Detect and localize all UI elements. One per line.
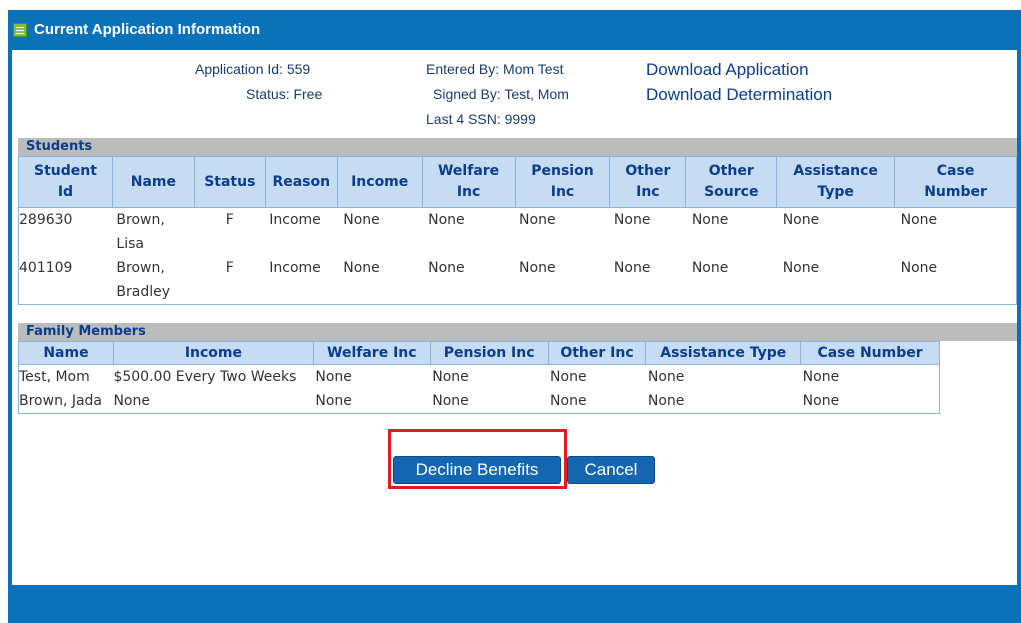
student-cell: Income — [269, 260, 321, 276]
header-text: Inc — [636, 184, 660, 200]
header-text: Income — [351, 173, 409, 190]
student-column-header: Reason — [264, 156, 338, 208]
student-cell: None — [782, 260, 820, 276]
student-column-header: Name — [111, 156, 195, 208]
cancel-button[interactable]: Cancel — [567, 456, 655, 484]
family-cell: None — [315, 393, 352, 409]
family-cell: None — [550, 393, 587, 409]
student-cell: None — [428, 260, 465, 276]
student-column-header: Student Id — [18, 156, 113, 208]
family-cell: Brown, Jada — [19, 393, 103, 409]
highlight-box — [388, 429, 567, 489]
header-text: Number — [924, 184, 987, 200]
header-text: Welfare — [437, 163, 500, 179]
form-icon — [13, 23, 27, 37]
student-column-header: Welfare Inc — [421, 156, 516, 208]
family-cell: None — [432, 369, 469, 385]
family-column-header: Assistance Type — [645, 341, 802, 365]
family-section-header: Family Members — [18, 323, 1017, 341]
header-text: Assistance — [793, 163, 878, 179]
family-column-header: Welfare Inc — [312, 341, 431, 365]
application-window: Current Application Information Applicat… — [8, 10, 1021, 623]
student-column-header: Other Source — [685, 156, 778, 208]
family-cell: None — [315, 369, 352, 385]
family-column-header: Name — [18, 341, 114, 365]
header-text: Other — [708, 163, 754, 179]
student-column-header: Income — [336, 156, 423, 208]
family-cell: None — [647, 369, 685, 385]
family-column-header: Income — [112, 341, 314, 365]
application-id: Application Id: 559 — [195, 61, 311, 77]
student-cell: Income — [269, 212, 321, 228]
last-4-ssn: Last 4 SSN: 9999 — [426, 111, 536, 127]
student-cell: 401109 — [19, 260, 73, 276]
student-cell: None — [691, 260, 729, 276]
header-text: Inc — [456, 184, 481, 200]
header-text: Status — [204, 173, 256, 190]
family-cell: None — [647, 393, 685, 409]
header-text: Source — [704, 184, 759, 200]
header-text: Inc — [550, 184, 575, 200]
family-cell: None — [550, 369, 587, 385]
student-cell: Brown, Bradley — [116, 260, 171, 300]
family-row: Brown, Jada None None None None None None — [19, 389, 940, 414]
student-column-header: Assistance Type — [776, 156, 896, 208]
application-status: Status: Free — [246, 86, 323, 102]
student-cell: None — [691, 212, 729, 228]
header-text: Reason — [272, 173, 331, 190]
student-row: 289630 Brown, Lisa F Income None None None None… — [19, 208, 1017, 257]
student-cell: 289630 — [19, 212, 73, 228]
header-text: Student — [33, 163, 97, 179]
student-column-header: Status — [193, 156, 266, 208]
content-area: Application Id: 559 Status: Free Entered… — [12, 50, 1017, 585]
family-cell: None — [802, 393, 840, 409]
download-application-link[interactable]: Download Application — [646, 60, 809, 80]
student-row: 401109 Brown, Bradley F Income None None None N… — [19, 256, 1017, 305]
student-column-header: Pension Inc — [514, 156, 611, 208]
window-title: Current Application Information — [34, 21, 261, 38]
student-cell: Brown, Lisa — [116, 212, 165, 252]
family-cell: Test, Mom — [19, 369, 90, 385]
family-column-header: Case Number — [800, 341, 940, 365]
download-determination-link[interactable]: Download Determination — [646, 85, 832, 105]
header-text: Name — [130, 173, 176, 190]
student-cell: None — [519, 212, 556, 228]
students-section-header: Students — [18, 138, 1017, 156]
family-column-header: Pension Inc — [429, 341, 549, 365]
header-text: Case — [936, 163, 975, 179]
students-section-label: Students — [26, 139, 93, 154]
student-cell: None — [613, 212, 651, 228]
header-text: Type — [817, 184, 854, 200]
header-text: Id — [57, 184, 74, 200]
header-text: Pension — [531, 163, 594, 179]
student-cell: None — [900, 260, 938, 276]
signed-by: Signed By: Test, Mom — [433, 86, 569, 102]
student-cell: None — [613, 260, 651, 276]
family-members-table: Name Income Welfare Inc Pension Inc Other In… — [18, 341, 940, 414]
student-cell: None — [519, 260, 556, 276]
family-row: Test, Mom $500.00 Every Two Weeks None None… — [19, 365, 940, 390]
student-cell: None — [343, 212, 380, 228]
student-cell: None — [900, 212, 938, 228]
family-cell: None — [802, 369, 840, 385]
student-column-header: Other Inc — [609, 156, 687, 208]
title-bar: Current Application Information — [8, 10, 1021, 50]
family-cell: $500.00 Every Two Weeks — [113, 369, 297, 385]
student-column-header: Case Number — [894, 156, 1017, 208]
student-cell: None — [428, 212, 465, 228]
student-cell: None — [782, 212, 820, 228]
student-cell: F — [225, 260, 234, 276]
family-cell: None — [432, 393, 469, 409]
header-text: Other — [625, 163, 671, 179]
student-cell: F — [225, 212, 234, 228]
family-cell: None — [113, 393, 150, 409]
family-column-header: Other Inc — [547, 341, 647, 365]
entered-by: Entered By: Mom Test — [426, 61, 564, 77]
students-table: Student Id Name Status Reason Income Welfare In… — [18, 156, 1017, 305]
family-section-label: Family Members — [26, 324, 146, 339]
student-cell: None — [343, 260, 380, 276]
